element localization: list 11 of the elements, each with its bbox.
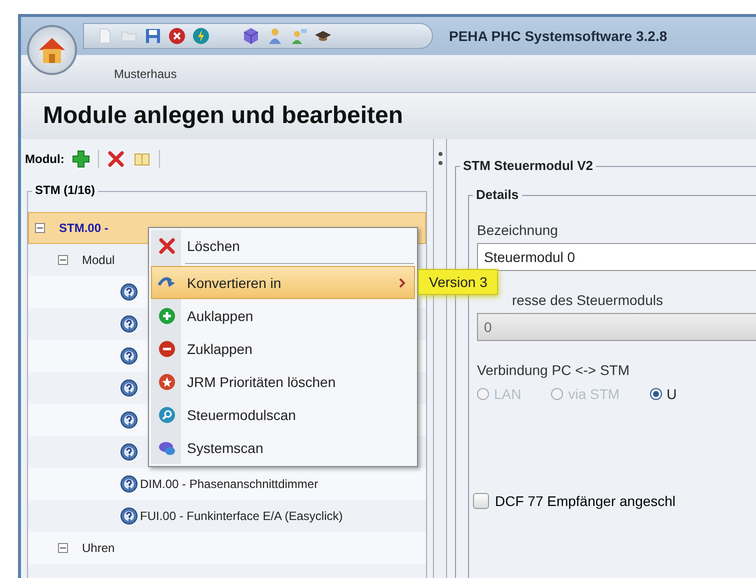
field-label: resse des Steuermoduls <box>512 292 663 308</box>
field-label: Verbindung PC <-> STM <box>477 362 630 378</box>
project-name: Musterhaus <box>114 66 177 80</box>
group-title: STM (1/16) <box>32 183 98 197</box>
window-title: PEHA PHC Systemsoftware 3.2.8 <box>449 28 668 44</box>
toolbar-label: Modul: <box>25 152 64 166</box>
section-title: Details <box>473 187 522 202</box>
checkbox-label: DCF 77 Empfänger angeschl <box>495 493 676 509</box>
field-label: Bezeichnung <box>477 222 558 238</box>
panel-title: STM Steuermodul V2 <box>460 158 596 173</box>
page-title: Module anlegen und bearbeiten <box>43 102 404 130</box>
